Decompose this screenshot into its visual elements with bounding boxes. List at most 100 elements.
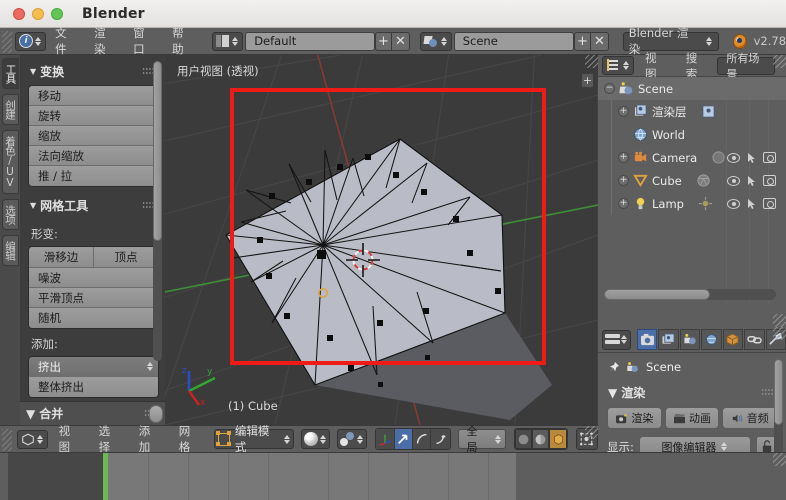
properties-editor-type-button[interactable] xyxy=(602,329,631,350)
viewport-editor-type-button[interactable] xyxy=(16,429,48,449)
render-layer-data-icon[interactable] xyxy=(701,104,716,119)
render-camera-icon[interactable] xyxy=(763,175,776,186)
viewport-menu-view[interactable]: 视图 xyxy=(50,424,88,454)
merge-section-header[interactable]: ▼ 合并 xyxy=(20,401,165,425)
smooth-vertex-button[interactable]: 平滑顶点 xyxy=(29,288,158,308)
menu-window[interactable]: 窗口 xyxy=(124,26,163,56)
properties-tab-scene[interactable] xyxy=(679,329,701,350)
toolshelf-expand-button[interactable]: + xyxy=(581,73,594,88)
new-scene-button[interactable]: + xyxy=(573,31,592,51)
outliner-menu-view[interactable]: 视图 xyxy=(636,51,675,81)
vertex-slide-button[interactable]: 顶点 xyxy=(94,247,158,267)
outliner-row-cube[interactable]: + Cube xyxy=(598,169,786,192)
scene-selector-icon-button[interactable] xyxy=(419,31,452,51)
outliner-row-world[interactable]: World xyxy=(598,123,786,146)
menu-help[interactable]: 帮助 xyxy=(163,26,202,56)
mesh-tools-section-header[interactable]: ▼ 网格工具 xyxy=(28,194,159,219)
render-audio-button[interactable]: 音频 xyxy=(722,407,778,429)
outliner-row-render-layers[interactable]: + 渲染层 xyxy=(598,100,786,123)
pivot-point-select[interactable] xyxy=(337,429,368,449)
viewport-menu-mesh[interactable]: 网格 xyxy=(170,424,208,454)
properties-tab-constraints[interactable] xyxy=(744,329,765,350)
manipulator-toggle[interactable] xyxy=(376,429,395,449)
expand-icon[interactable]: + xyxy=(618,106,629,117)
tool-shelf-scrollbar[interactable] xyxy=(153,61,162,361)
interaction-mode-select[interactable]: 编辑模式 xyxy=(213,424,295,454)
render-engine-selector[interactable]: Blender 渲染 xyxy=(622,26,719,56)
translate-manipulator-button[interactable] xyxy=(394,429,413,449)
translate-button[interactable]: 移动 xyxy=(29,86,158,106)
menu-file[interactable]: 文件 xyxy=(46,26,85,56)
new-screen-button[interactable]: + xyxy=(374,31,393,51)
timeline-editor[interactable] xyxy=(0,452,786,500)
randomize-button[interactable]: 随机 xyxy=(29,308,158,328)
transform-orientation-select[interactable]: 全局 xyxy=(457,425,506,454)
properties-tab-object[interactable] xyxy=(722,329,744,350)
shelf-resize-knob[interactable] xyxy=(149,405,163,423)
tab-options[interactable]: 选项 xyxy=(2,199,19,230)
rotate-manipulator-button[interactable] xyxy=(412,429,432,449)
outliner-menu-search[interactable]: 搜索 xyxy=(677,51,716,81)
extrude-button[interactable]: 挤出 xyxy=(29,357,158,377)
expand-icon[interactable]: + xyxy=(618,175,629,186)
properties-tab-world[interactable] xyxy=(701,329,722,350)
outliner-bottom-grip-icon[interactable] xyxy=(773,314,786,327)
collapse-icon[interactable]: − xyxy=(604,83,615,94)
outliner-editor-type-button[interactable] xyxy=(602,56,634,75)
eye-icon[interactable] xyxy=(727,198,740,209)
render-animation-button[interactable]: 动画 xyxy=(664,407,720,429)
outliner-row-scene[interactable]: − Scene xyxy=(598,77,786,100)
push-pull-button[interactable]: 推 / 拉 xyxy=(29,166,158,186)
layer-button-3[interactable] xyxy=(549,429,567,449)
menu-render[interactable]: 渲染 xyxy=(85,26,124,56)
edge-slide-button[interactable]: 滑移边 xyxy=(29,247,94,267)
render-camera-icon[interactable] xyxy=(763,198,776,209)
camera-data-icon[interactable] xyxy=(711,150,726,165)
zoom-button[interactable] xyxy=(51,7,63,20)
transform-section-header[interactable]: ▼ 变换 xyxy=(28,60,159,85)
snap-toggle-button[interactable] xyxy=(576,429,597,449)
render-camera-icon[interactable] xyxy=(763,152,776,163)
cursor-arrow-icon[interactable] xyxy=(747,152,756,164)
properties-tab-modifiers[interactable] xyxy=(765,329,786,350)
cursor-arrow-icon[interactable] xyxy=(747,175,756,187)
tab-tools[interactable]: 工具 xyxy=(2,58,19,89)
mesh-data-icon[interactable] xyxy=(696,173,711,188)
lamp-data-icon[interactable] xyxy=(698,196,713,211)
eye-icon[interactable] xyxy=(727,152,740,163)
viewport-menu-select[interactable]: 选择 xyxy=(90,424,128,454)
outliner-row-lamp[interactable]: + Lamp xyxy=(598,192,786,215)
tab-create[interactable]: 创建 xyxy=(2,94,19,125)
cursor-arrow-icon[interactable] xyxy=(747,198,756,210)
timeline-playhead[interactable] xyxy=(103,453,108,500)
pin-icon[interactable] xyxy=(608,361,620,374)
scale-manipulator-button[interactable] xyxy=(431,429,450,449)
shrink-fatten-button[interactable]: 法向缩放 xyxy=(29,146,158,166)
screen-layout-name[interactable]: Default xyxy=(245,31,375,51)
expand-icon[interactable]: + xyxy=(618,152,629,163)
layer-button-2[interactable] xyxy=(532,429,550,449)
render-panel-header[interactable]: ▼ 渲染 xyxy=(606,381,778,407)
properties-tab-render-layers[interactable] xyxy=(658,329,679,350)
layer-button-1[interactable] xyxy=(514,429,533,449)
eye-icon[interactable] xyxy=(727,175,740,186)
editor-type-selector[interactable]: i xyxy=(15,31,47,51)
expand-icon[interactable]: + xyxy=(618,198,629,209)
outliner-row-camera[interactable]: + Camera xyxy=(598,146,786,169)
tab-edit[interactable]: 编辑 xyxy=(2,235,19,266)
3d-viewport[interactable]: 用户视图 (透视) (1) Cube + z y x xyxy=(165,55,598,425)
outliner-horizontal-scrollbar[interactable] xyxy=(604,289,776,300)
grip-dots-icon[interactable] xyxy=(761,388,774,397)
viewport-menu-add[interactable]: 添加 xyxy=(130,424,168,454)
extrude-region-button[interactable]: 整体挤出 xyxy=(29,377,158,397)
scene-name-field[interactable]: Scene xyxy=(453,31,574,51)
close-button[interactable] xyxy=(13,7,25,20)
scale-button[interactable]: 缩放 xyxy=(29,126,158,146)
viewport-shading-select[interactable] xyxy=(301,429,331,449)
noise-button[interactable]: 噪波 xyxy=(29,268,158,288)
minimize-button[interactable] xyxy=(32,7,44,20)
screen-layout-selector[interactable] xyxy=(212,31,244,51)
outliner-display-mode[interactable]: 所有场景 xyxy=(717,52,775,81)
properties-tab-render[interactable] xyxy=(637,329,658,350)
rotate-button[interactable]: 旋转 xyxy=(29,106,158,126)
